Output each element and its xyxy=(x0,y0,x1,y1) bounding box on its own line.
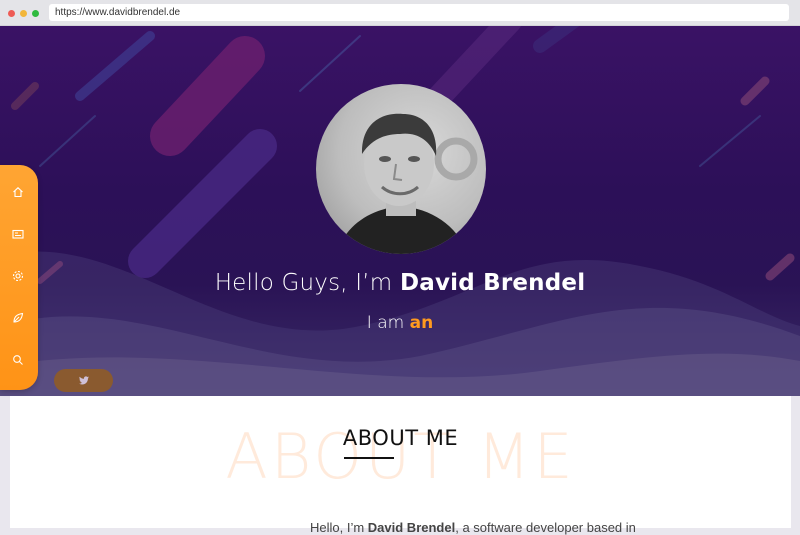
close-window-button[interactable] xyxy=(8,10,15,17)
hero-greeting: Hello Guys, I’m David Brendel xyxy=(0,270,800,296)
hero-typed-line: I am an xyxy=(0,313,800,333)
settings-icon xyxy=(12,270,24,282)
profile-photo-image xyxy=(336,113,478,254)
minimize-window-button[interactable] xyxy=(20,10,27,17)
hero-section: Hello Guys, I’m David Brendel I am an xyxy=(0,26,800,396)
twitter-button[interactable] xyxy=(54,369,113,392)
sidebar-item-leaf[interactable] xyxy=(10,310,26,326)
maximize-window-button[interactable] xyxy=(32,10,39,17)
sidebar-item-settings[interactable] xyxy=(10,268,26,284)
sidebar-item-home[interactable] xyxy=(10,184,26,200)
iam-prefix: I am xyxy=(366,313,410,333)
greeting-prefix: Hello Guys, I’m xyxy=(214,270,400,296)
search-icon xyxy=(13,355,23,365)
hero-name: David Brendel xyxy=(399,270,586,296)
about-title-underline xyxy=(344,457,394,459)
leaf-icon xyxy=(13,312,24,323)
address-bar[interactable]: https://www.davidbrendel.de xyxy=(49,4,789,21)
about-section: ABOUT ME ABOUT ME Hello, I’m David Brend… xyxy=(10,396,791,535)
typed-word: an xyxy=(409,313,434,333)
home-icon xyxy=(13,187,23,198)
browser-chrome: https://www.davidbrendel.de xyxy=(0,0,800,26)
twitter-icon xyxy=(78,376,89,385)
profile-photo xyxy=(316,84,486,254)
sidebar-item-portfolio[interactable] xyxy=(10,226,26,242)
about-title: ABOUT ME xyxy=(342,426,459,450)
sidebar-nav xyxy=(0,165,38,390)
portfolio-icon xyxy=(12,229,24,239)
sidebar-item-search[interactable] xyxy=(10,352,26,368)
